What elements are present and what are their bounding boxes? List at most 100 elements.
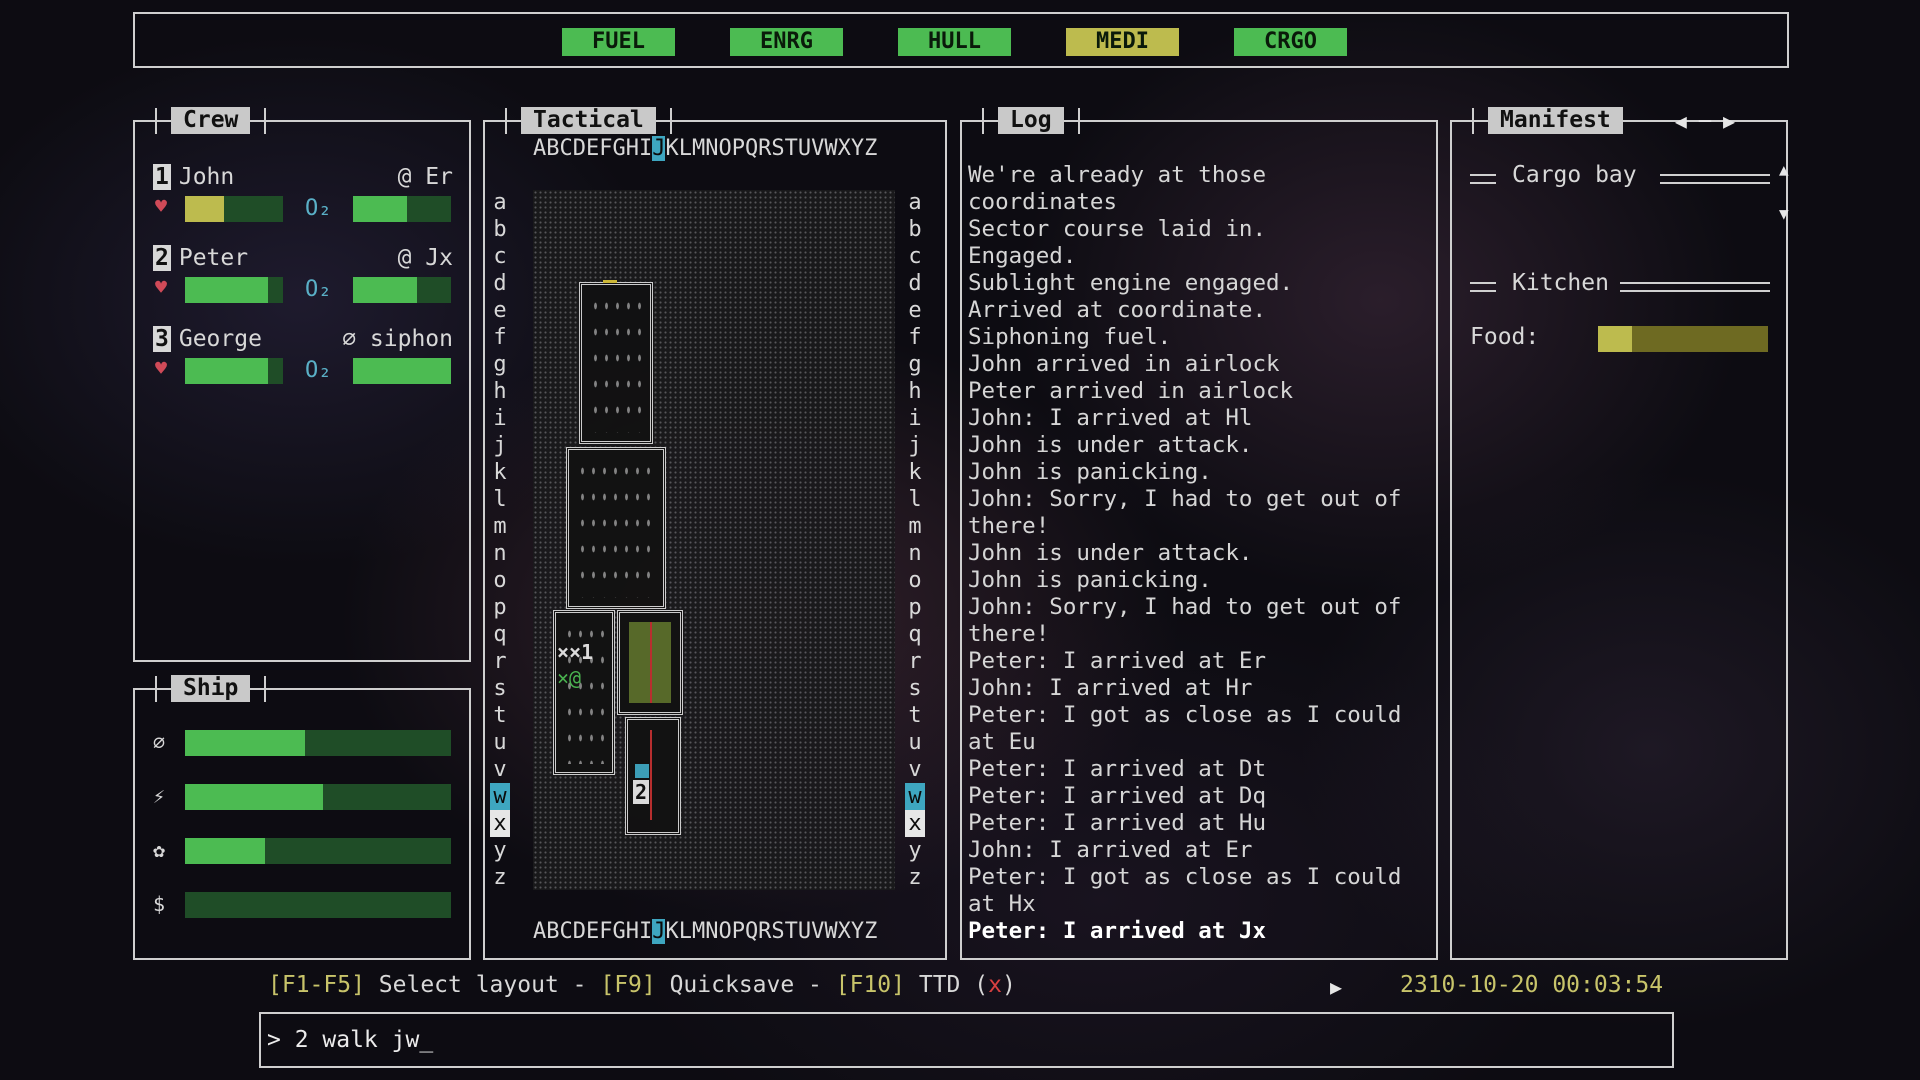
manifest-nav-icons[interactable]: ◀ ─ ▶ [1675, 109, 1735, 133]
log-line: John: I arrived at Hl [968, 405, 1253, 431]
row-label: n [908, 541, 922, 566]
crew-number: 2 [153, 245, 171, 271]
row-label: m [493, 514, 507, 539]
row-label: b [493, 217, 507, 242]
column-highlight: J [652, 136, 666, 161]
energy-gauge[interactable]: ENRG [730, 28, 843, 56]
row-label: u [493, 730, 507, 755]
room-airlock[interactable] [553, 610, 615, 775]
fuel-bar [185, 730, 451, 756]
log-line: there! [968, 513, 1050, 539]
command-text[interactable]: > 2 walk jw_ [267, 1027, 433, 1053]
row-label: u [908, 730, 922, 755]
row-label: e [493, 298, 507, 323]
crew-marker-peter[interactable]: 2 [633, 780, 650, 804]
crew-marker-john[interactable]: ××1 [557, 640, 593, 664]
room-corridor[interactable] [625, 717, 681, 835]
log-line: Peter arrived in airlock [968, 378, 1294, 404]
tactical-map[interactable]: ××1 ×@ 2 [533, 190, 895, 890]
row-label: p [493, 595, 507, 620]
row-label: o [493, 568, 507, 593]
row-label: z [908, 865, 922, 890]
log-line: at Eu [968, 729, 1036, 755]
log-line: John is panicking. [968, 567, 1212, 593]
row-label: p [908, 595, 922, 620]
log-line: Peter: I arrived at Er [968, 648, 1267, 674]
gear-icon: ✿ [153, 838, 166, 862]
play-icon[interactable]: ▶ [1330, 975, 1342, 999]
fuel-gauge[interactable]: FUEL [562, 28, 675, 56]
close-icon: x [988, 972, 1002, 998]
column-highlight: J [652, 919, 666, 944]
log-line: Peter: I arrived at Dt [968, 756, 1267, 782]
log-line: Peter: I arrived at Jx [968, 918, 1267, 944]
ship-stat-credits: $ [153, 892, 453, 920]
ship-stat-energy: ⚡ [153, 784, 453, 812]
crew-name: John [178, 164, 235, 190]
row-label: o [908, 568, 922, 593]
manifest-title: Manifest [1488, 107, 1623, 134]
log-line: Engaged. [968, 243, 1077, 269]
row-label: l [908, 487, 922, 512]
section-kitchen: Kitchen [1470, 270, 1770, 298]
oxygen-icon: O₂ [305, 196, 332, 221]
crew-title: Crew [171, 107, 251, 134]
tactical-title: Tactical [521, 107, 656, 134]
cargo-gauge[interactable]: CRGO [1234, 28, 1347, 56]
food-label: Food: [1470, 324, 1540, 350]
scroll-down-icon[interactable]: ▼ [1779, 204, 1789, 223]
scroll-up-icon[interactable]: ▲ [1779, 160, 1789, 179]
log-line: Peter: I arrived at Dq [968, 783, 1267, 809]
row-label: m [908, 514, 922, 539]
command-input[interactable]: > 2 walk jw_ [259, 1012, 1674, 1068]
medical-gauge[interactable]: MEDI [1066, 28, 1179, 56]
oxygen-bar [353, 358, 451, 384]
row-label: d [908, 271, 922, 296]
row-label: y [908, 838, 922, 863]
crew-marker-current[interactable]: ×@ [557, 666, 581, 690]
row-label: r [493, 649, 507, 674]
row-label: h [493, 379, 507, 404]
row-label: v [908, 757, 922, 782]
row-label: x [905, 810, 925, 837]
row-label: v [493, 757, 507, 782]
column-labels-top: ABCDEFGHIJKLMNOPQRSTUVWXYZ [533, 136, 878, 161]
row-label: w [905, 783, 925, 810]
row-label: t [493, 703, 507, 728]
row-label: i [493, 406, 507, 431]
row-label: k [493, 460, 507, 485]
fuel-icon: ⌀ [153, 730, 166, 754]
row-label: i [908, 406, 922, 431]
log-panel-title: Log [982, 107, 1080, 134]
log-line: Siphoning fuel. [968, 324, 1172, 350]
manifest-panel: Manifest ◀ ─ ▶ ▲ ▼ Cargo bay Kitchen Foo… [1450, 107, 1789, 960]
log-line: Peter: I arrived at Hu [968, 810, 1267, 836]
row-label: e [908, 298, 922, 323]
health-bar [185, 277, 283, 303]
row-label: b [908, 217, 922, 242]
room-bridge[interactable] [579, 282, 653, 444]
log-line: Sublight engine engaged. [968, 270, 1294, 296]
log-line: John is panicking. [968, 459, 1212, 485]
room-engine[interactable] [617, 610, 683, 715]
log-line: John is under attack. [968, 540, 1253, 566]
crew-location: ⌀ siphon [342, 326, 453, 352]
heart-icon: ♥ [155, 275, 168, 299]
column-labels-bottom: ABCDEFGHIJKLMNOPQRSTUVWXYZ [533, 919, 878, 944]
crew-location: @ Jx [397, 245, 453, 271]
row-label: j [908, 433, 922, 458]
target-cell[interactable] [635, 764, 649, 778]
row-label: j [493, 433, 507, 458]
energy-bar [185, 784, 451, 810]
crew-panel-title: Crew [155, 107, 267, 134]
oxygen-icon: O₂ [305, 358, 332, 383]
room-mid[interactable] [566, 447, 666, 609]
log-line: John: Sorry, I had to get out of [968, 486, 1402, 512]
log-line: at Hx [968, 891, 1036, 917]
crew-number: 3 [153, 326, 171, 352]
log-line: Sector course laid in. [968, 216, 1267, 242]
ship-panel: Ship ⌀ ⚡ ✿ $ [133, 675, 471, 960]
row-label: q [493, 622, 507, 647]
hull-gauge[interactable]: HULL [898, 28, 1011, 56]
row-label: s [493, 676, 507, 701]
